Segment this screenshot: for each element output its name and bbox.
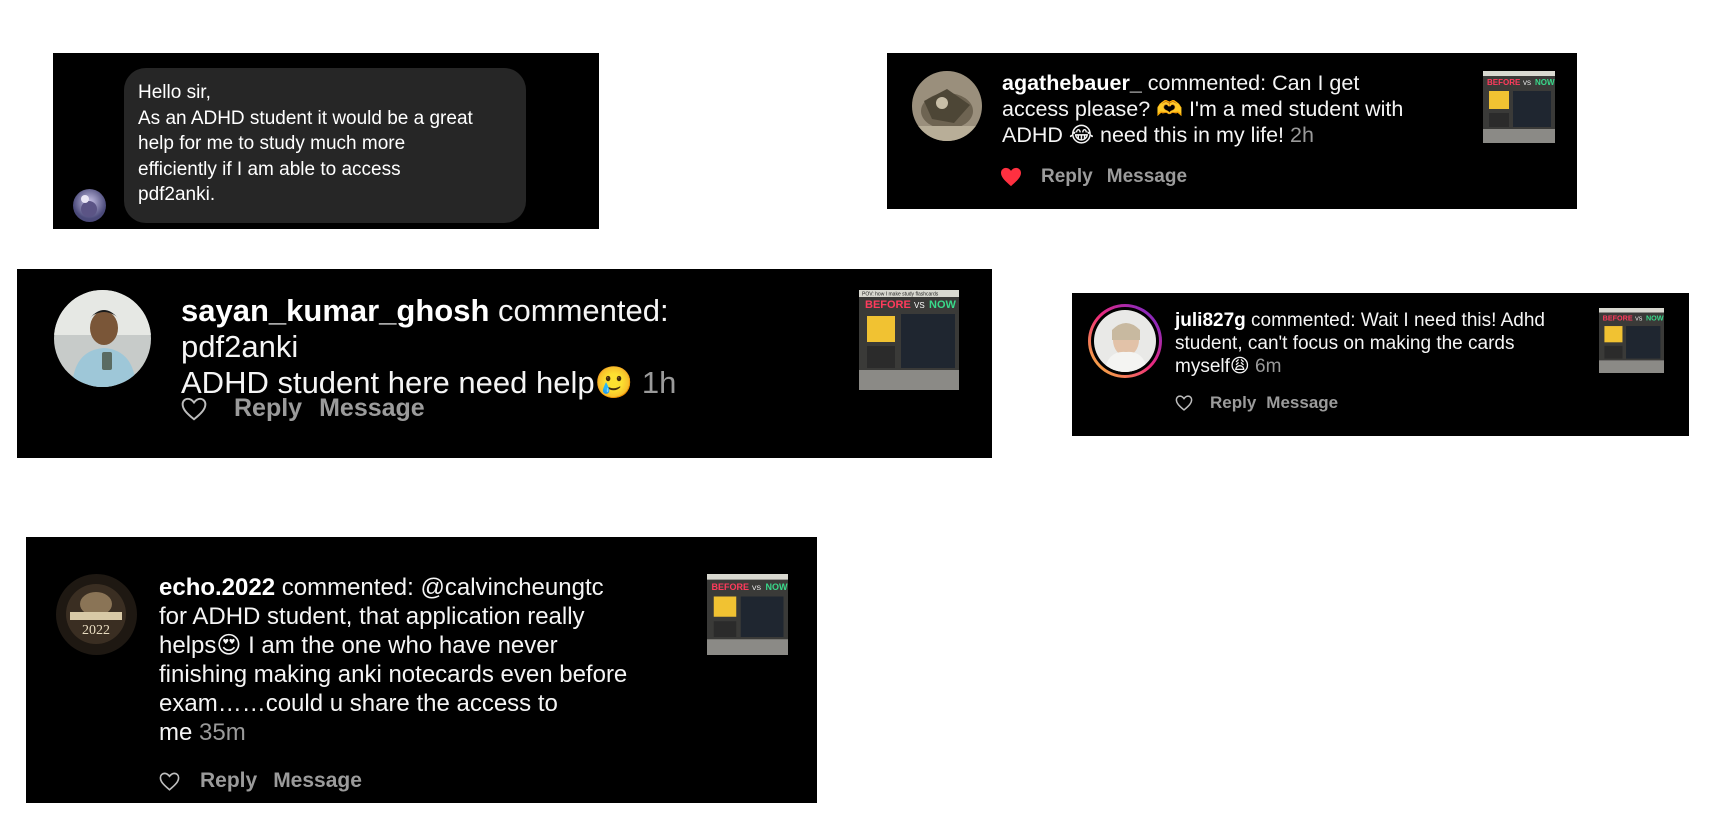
comment-text: commented: Can I get (1147, 71, 1360, 95)
timestamp: 1h (641, 365, 677, 400)
comment-text: I'm a med student with (1182, 97, 1404, 121)
svg-text:VS: VS (1523, 81, 1531, 87)
message-button[interactable]: Message (319, 394, 425, 423)
comment-notification-sayan[interactable]: sayan_kumar_ghosh commented: pdf2anki AD… (17, 269, 992, 458)
post-thumbnail[interactable]: POV: how I make study flashcards BEFORE VS… (859, 290, 959, 390)
message-button[interactable]: Message (1107, 166, 1187, 188)
dm-line: As an ADHD student it would be a great (138, 107, 473, 129)
comment-notification-juli[interactable]: juli827g commented: Wait I need this! Ad… (1072, 293, 1689, 436)
timestamp: 2h (1290, 123, 1314, 147)
comment-text: need this in my life! (1094, 123, 1285, 147)
reply-button[interactable]: Reply (1041, 166, 1093, 188)
post-thumbnail[interactable]: BEFORE VS NOW (707, 574, 788, 655)
svg-text:BEFORE: BEFORE (1487, 78, 1521, 87)
svg-text:BEFORE: BEFORE (865, 299, 911, 311)
heart-eyes-emoji: 😍 (216, 632, 242, 659)
comment-text: exam……could u share the access to (159, 690, 558, 717)
svg-text:VS: VS (752, 585, 762, 592)
dm-message-bubble[interactable]: Hello sir, As an ADHD student it would b… (124, 68, 526, 223)
heart-outline-icon[interactable] (159, 772, 180, 791)
sender-avatar[interactable] (73, 189, 106, 222)
timestamp: 6m (1255, 356, 1282, 377)
comment-text: ADHD (1002, 123, 1069, 147)
username[interactable]: echo.2022 (159, 574, 275, 601)
svg-text:BEFORE: BEFORE (1603, 314, 1633, 323)
comment-text: for ADHD student, that application reall… (159, 603, 585, 630)
svg-text:2022: 2022 (82, 623, 110, 638)
reply-button[interactable]: Reply (234, 394, 302, 423)
username[interactable]: agathebauer_ (1002, 71, 1142, 95)
comment-text: commented: @calvincheungtc (281, 574, 604, 601)
svg-text:NOW: NOW (1535, 78, 1555, 87)
dm-line: help for me to study much more (138, 133, 406, 154)
message-button[interactable]: Message (273, 769, 362, 793)
comment-notification-echo[interactable]: 2022 echo.2022 commented: @calvincheungt… (26, 537, 817, 803)
reply-button[interactable]: Reply (200, 769, 257, 793)
dm-line: Hello sir, (138, 82, 211, 103)
user-avatar[interactable] (54, 290, 151, 387)
laughing-emoji: 😂 (1068, 123, 1095, 147)
comment-text: commented: Wait I need this! Adhd (1251, 310, 1545, 331)
comment-text: student, can't focus on making the cards (1175, 333, 1515, 354)
user-avatar-story-ring[interactable] (1088, 304, 1162, 378)
svg-text:POV: how I make study flashcar: POV: how I make study flashcards (862, 292, 939, 298)
svg-text:NOW: NOW (929, 299, 957, 311)
comment-text: helps (159, 632, 217, 659)
comment-text: finishing making anki notecards even bef… (159, 661, 628, 688)
smiling-tear-emoji: 🥲 (594, 365, 634, 400)
reply-button[interactable]: Reply (1210, 393, 1256, 413)
dm-line: pdf2anki. (138, 184, 216, 205)
message-button[interactable]: Message (1266, 393, 1338, 413)
heart-filled-icon[interactable] (1000, 167, 1022, 187)
comment-notification-agathebauer[interactable]: agathebauer_ commented: Can I get access… (887, 53, 1577, 209)
svg-text:VS: VS (914, 301, 925, 310)
weary-emoji: 😩 (1229, 356, 1250, 377)
svg-text:NOW: NOW (1646, 314, 1664, 323)
username[interactable]: sayan_kumar_ghosh (181, 293, 489, 328)
dm-message-panel: Hello sir, As an ADHD student it would b… (53, 53, 599, 229)
svg-text:BEFORE: BEFORE (712, 582, 750, 592)
dm-line: efficiently if I am able to access (138, 158, 401, 180)
hands-heart-emoji: 🫶 (1156, 97, 1183, 121)
comment-text: me (159, 719, 193, 746)
timestamp: 35m (199, 719, 246, 746)
svg-text:VS: VS (1635, 317, 1643, 323)
comment-text: I am the one who have never (241, 632, 558, 659)
svg-text:NOW: NOW (766, 582, 789, 592)
comment-text: myself (1175, 356, 1230, 377)
heart-outline-icon[interactable] (1175, 395, 1193, 411)
user-avatar[interactable] (912, 71, 982, 141)
post-thumbnail[interactable]: BEFORE VS NOW (1483, 71, 1555, 143)
heart-outline-icon[interactable] (181, 397, 207, 421)
username[interactable]: juli827g (1175, 310, 1246, 331)
post-thumbnail[interactable]: BEFORE VS NOW (1599, 308, 1664, 373)
user-avatar[interactable]: 2022 (56, 574, 137, 655)
comment-text: access please? (1002, 97, 1157, 121)
